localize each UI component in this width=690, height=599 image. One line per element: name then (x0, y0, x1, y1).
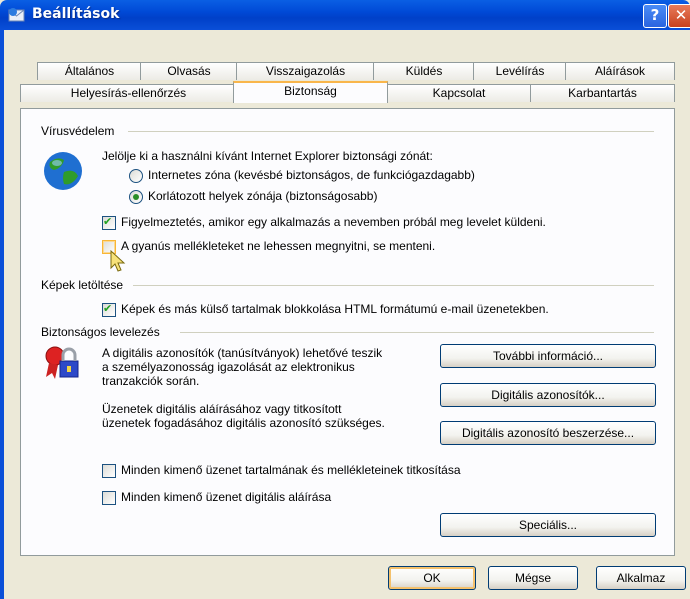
tab-maintenance[interactable]: Karbantartás (530, 84, 675, 102)
image-download-heading: Képek letöltése (41, 278, 124, 292)
get-digital-id-button[interactable]: Digitális azonosító beszerzése... (440, 421, 656, 445)
tab-signatures[interactable]: Aláírások (565, 62, 675, 80)
block-images-label[interactable]: Képek és más külső tartalmak blokkolása … (121, 302, 549, 316)
signing-desc-line: Üzenetek digitális aláírásához vagy titk… (102, 402, 342, 416)
outlook-express-icon (8, 8, 25, 22)
close-button[interactable]: ✕ (668, 4, 690, 28)
ok-button[interactable]: OK (388, 566, 476, 590)
digital-id-desc-line: tranzakciók során. (102, 374, 200, 388)
advanced-button[interactable]: Speciális... (440, 513, 656, 537)
window-title: Beállítások (32, 6, 120, 22)
tab-general[interactable]: Általános (37, 62, 142, 80)
block-images-checkbox[interactable] (102, 302, 116, 317)
virus-protection-heading: Vírusvédelem (41, 124, 115, 138)
help-button[interactable]: ? (643, 4, 667, 28)
apply-button[interactable]: Alkalmaz (596, 566, 686, 590)
restricted-zone-label[interactable]: Korlátozott helyek zónája (biztonságosab… (148, 189, 377, 203)
mouse-cursor-icon (110, 250, 126, 272)
encrypt-label[interactable]: Minden kimenő üzenet tartalmának és mell… (121, 463, 461, 477)
tab-read[interactable]: Olvasás (140, 62, 238, 80)
sign-checkbox[interactable] (102, 491, 116, 505)
tab-security[interactable]: Biztonság (233, 81, 388, 103)
divider (180, 332, 654, 333)
block-attachments-label[interactable]: A gyanús mellékleteket ne lehessen megny… (121, 239, 435, 253)
internet-zone-radio[interactable] (129, 169, 143, 183)
more-info-button[interactable]: További információ... (440, 344, 656, 368)
zone-prompt-label: Jelölje ki a használni kívánt Internet E… (102, 149, 433, 163)
restricted-zone-radio[interactable] (129, 190, 143, 204)
warn-send-checkbox[interactable] (102, 215, 116, 230)
tab-spelling[interactable]: Helyesírás-ellenőrzés (20, 84, 237, 102)
sign-label[interactable]: Minden kimenő üzenet digitális aláírása (121, 490, 331, 504)
cancel-button[interactable]: Mégse (488, 566, 578, 590)
digital-id-desc-line: a személyazonosság igazolását az elektro… (102, 360, 355, 374)
digital-id-desc-line: A digitális azonosítók (tanúsítványok) l… (102, 346, 383, 360)
divider (128, 131, 654, 132)
digital-ids-button[interactable]: Digitális azonosítók... (440, 383, 656, 407)
window-frame (0, 30, 4, 599)
tab-compose[interactable]: Levélírás (473, 62, 567, 80)
encrypt-checkbox[interactable] (102, 464, 116, 478)
certificate-lock-icon (45, 346, 79, 379)
signing-desc-line: üzenetek fogadásához digitális azonosító… (102, 416, 385, 430)
tab-send[interactable]: Küldés (373, 62, 475, 80)
divider (133, 285, 654, 286)
globe-icon (44, 152, 82, 190)
tab-connection[interactable]: Kapcsolat (386, 84, 532, 102)
tab-receipts[interactable]: Visszaigazolás (236, 62, 375, 80)
secure-mail-heading: Biztonságos levelezés (41, 325, 160, 339)
title-bar[interactable]: Beállítások ? ✕ (0, 0, 690, 30)
warn-send-label[interactable]: Figyelmeztetés, amikor egy alkalmazás a … (121, 215, 546, 229)
options-dialog: Beállítások ? ✕ Általános Olvasás Vissza… (0, 0, 690, 599)
internet-zone-label[interactable]: Internetes zóna (kevésbé biztonságos, de… (148, 168, 475, 182)
